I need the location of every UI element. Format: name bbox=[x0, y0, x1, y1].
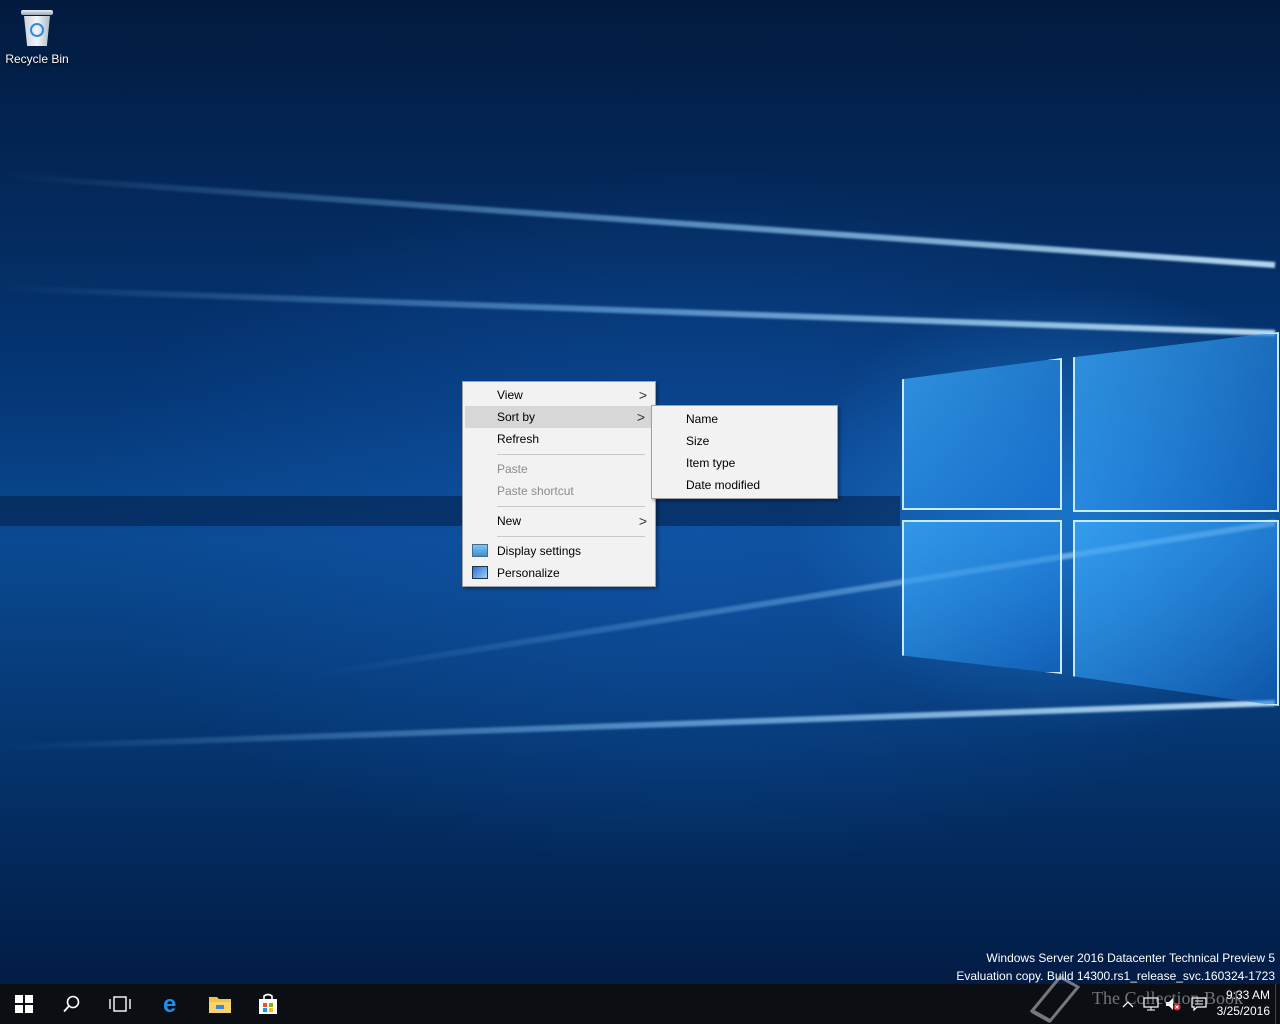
menu-item-display-settings[interactable]: Display settings bbox=[463, 540, 655, 562]
desktop-context-menu: View > Sort by > Refresh Paste Paste sho… bbox=[462, 381, 656, 587]
recycle-bin-icon bbox=[19, 6, 55, 50]
menu-item-label: New bbox=[497, 514, 522, 528]
personalize-icon bbox=[472, 566, 488, 579]
search-icon bbox=[63, 995, 80, 1013]
menu-separator bbox=[497, 506, 645, 507]
menu-item-label: Refresh bbox=[497, 432, 540, 446]
menu-item-label: Paste bbox=[497, 462, 528, 476]
desktop-icon-label: Recycle Bin bbox=[5, 52, 69, 66]
svg-text:e: e bbox=[163, 993, 176, 1015]
menu-item-sort-by[interactable]: Sort by > bbox=[465, 406, 653, 428]
menu-item-view[interactable]: View > bbox=[463, 384, 655, 406]
display-settings-icon bbox=[472, 544, 488, 557]
chevron-right-icon: > bbox=[636, 409, 645, 425]
submenu-item-item-type[interactable]: Item type bbox=[652, 452, 837, 474]
edge-button[interactable]: e bbox=[148, 984, 196, 1024]
menu-item-label: Sort by bbox=[497, 410, 536, 424]
submenu-item-date-modified[interactable]: Date modified bbox=[652, 474, 837, 496]
windows-logo-pane bbox=[902, 520, 1062, 674]
search-button[interactable] bbox=[48, 984, 96, 1024]
menu-item-label: Personalize bbox=[497, 566, 560, 580]
start-icon bbox=[15, 995, 33, 1013]
menu-item-paste[interactable]: Paste bbox=[463, 458, 655, 480]
menu-item-label: Paste shortcut bbox=[497, 484, 574, 498]
menu-item-paste-shortcut[interactable]: Paste shortcut bbox=[463, 480, 655, 502]
submenu-item-size[interactable]: Size bbox=[652, 430, 837, 452]
light-beam bbox=[0, 700, 1276, 751]
task-view-button[interactable] bbox=[96, 984, 144, 1024]
menu-item-label: View bbox=[497, 388, 523, 402]
windows-logo-pane bbox=[1073, 520, 1279, 706]
dark-band bbox=[0, 496, 900, 526]
taskbar: e 9:33 AM 3/25/2016 bbox=[0, 984, 1280, 1024]
menu-separator bbox=[497, 454, 645, 455]
light-beam bbox=[0, 285, 1276, 336]
book-watermark-icon bbox=[1029, 975, 1081, 1023]
store-button[interactable] bbox=[244, 984, 292, 1024]
desktop-icon-recycle-bin[interactable]: Recycle Bin bbox=[4, 6, 70, 66]
menu-separator bbox=[497, 536, 645, 537]
submenu-item-name[interactable]: Name bbox=[652, 408, 837, 430]
file-explorer-button[interactable] bbox=[196, 984, 244, 1024]
site-watermark-text: The Collection Book bbox=[1092, 988, 1243, 1008]
menu-item-personalize[interactable]: Personalize bbox=[463, 562, 655, 584]
task-view-icon bbox=[109, 996, 131, 1012]
start-button[interactable] bbox=[0, 984, 48, 1024]
chevron-right-icon: > bbox=[638, 513, 647, 529]
edge-icon: e bbox=[163, 993, 176, 1015]
menu-item-label: Item type bbox=[686, 456, 736, 470]
watermark-line: Windows Server 2016 Datacenter Technical… bbox=[986, 951, 1275, 965]
store-icon bbox=[259, 993, 277, 1014]
light-beam bbox=[2, 173, 1276, 268]
windows-logo-pane bbox=[902, 358, 1062, 510]
menu-item-label: Name bbox=[686, 412, 719, 426]
watermark-line: Evaluation copy. Build 14300.rs1_release… bbox=[956, 969, 1275, 983]
chevron-right-icon: > bbox=[638, 387, 647, 403]
menu-item-label: Size bbox=[686, 434, 710, 448]
menu-item-label: Date modified bbox=[686, 478, 761, 492]
menu-item-label: Display settings bbox=[497, 544, 582, 558]
evaluation-watermark: Windows Server 2016 Datacenter Technical… bbox=[956, 949, 1275, 985]
menu-item-refresh[interactable]: Refresh bbox=[463, 428, 655, 450]
windows-logo-pane bbox=[1073, 332, 1279, 512]
menu-item-new[interactable]: New > bbox=[463, 510, 655, 532]
sort-by-submenu: Name Size Item type Date modified bbox=[651, 405, 838, 499]
show-desktop-button[interactable] bbox=[1275, 984, 1280, 1024]
file-explorer-icon bbox=[209, 997, 231, 1013]
